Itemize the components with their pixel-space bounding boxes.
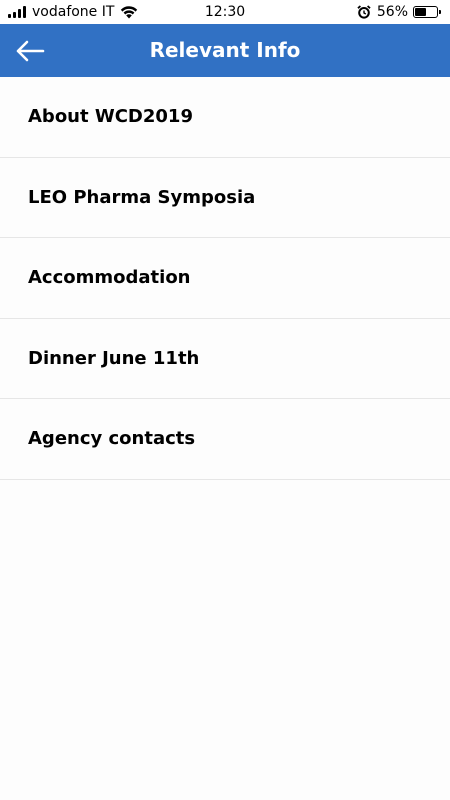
page-title: Relevant Info bbox=[149, 38, 301, 62]
menu-item-dinner-june-11th[interactable]: Dinner June 11th bbox=[0, 318, 450, 399]
status-right: 56% bbox=[357, 0, 441, 24]
back-button[interactable] bbox=[6, 28, 54, 73]
menu-item-label: About WCD2019 bbox=[28, 106, 193, 128]
menu-item-about-wcd2019[interactable]: About WCD2019 bbox=[0, 77, 450, 158]
menu-item-label: Agency contacts bbox=[28, 428, 196, 450]
screen: vodafone IT 12:30 56% Relevant Info Abou… bbox=[0, 0, 450, 800]
menu-item-label: LEO Pharma Symposia bbox=[28, 186, 256, 208]
menu-item-label: Dinner June 11th bbox=[28, 347, 200, 369]
info-menu-list: About WCD2019 LEO Pharma Symposia Accomm… bbox=[0, 77, 450, 480]
app-header: Relevant Info bbox=[0, 24, 450, 77]
menu-item-agency-contacts[interactable]: Agency contacts bbox=[0, 399, 450, 480]
battery-icon bbox=[413, 6, 441, 18]
status-bar: vodafone IT 12:30 56% bbox=[0, 0, 450, 24]
arrow-left-icon bbox=[16, 40, 45, 61]
menu-item-leo-pharma-symposia[interactable]: LEO Pharma Symposia bbox=[0, 157, 450, 238]
alarm-icon bbox=[357, 5, 371, 19]
menu-item-label: Accommodation bbox=[28, 267, 191, 289]
battery-level-fill bbox=[415, 8, 427, 16]
menu-item-accommodation[interactable]: Accommodation bbox=[0, 238, 450, 319]
battery-percent: 56% bbox=[376, 4, 408, 20]
